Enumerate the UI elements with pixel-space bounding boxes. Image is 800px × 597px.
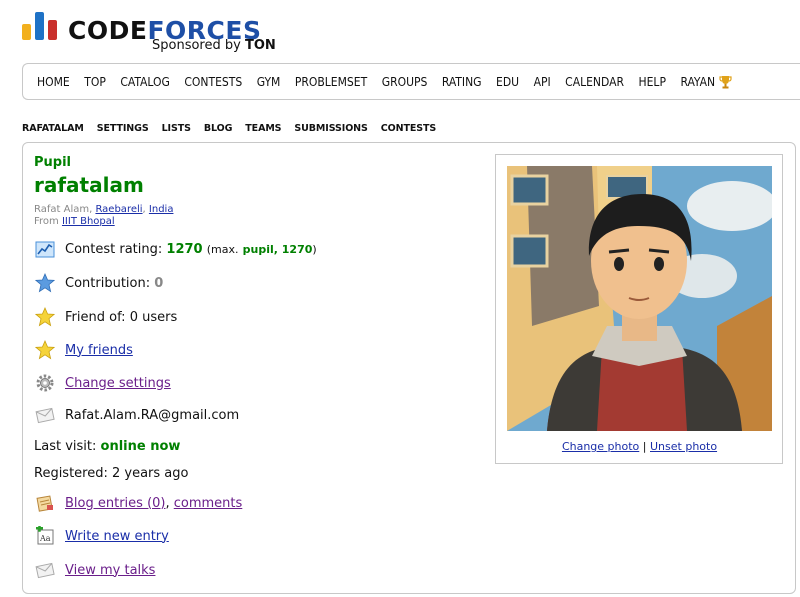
- my-friends-link[interactable]: My friends: [65, 343, 133, 358]
- trophy-icon: [719, 75, 732, 88]
- subnav-contests[interactable]: CONTESTS: [381, 123, 436, 134]
- from-label: From: [34, 216, 59, 227]
- email-row: Rafat.Alam.RA@gmail.com: [34, 404, 239, 426]
- talks-row: View my talks: [34, 559, 155, 581]
- user-fullname: Rafat Alam: [34, 204, 90, 215]
- subnav-blog[interactable]: BLOG: [204, 123, 233, 134]
- subnav-teams[interactable]: TEAMS: [245, 123, 281, 134]
- contribution-row: Contribution: 0: [34, 272, 163, 294]
- photo-links: Change photo | Unset photo: [507, 440, 772, 453]
- contribution-value: 0: [154, 275, 164, 291]
- subnav-lists[interactable]: LISTS: [162, 123, 191, 134]
- friend-of-row: Friend of: 0 users: [34, 306, 177, 328]
- user-handle: rafatalam: [34, 173, 144, 197]
- subnav-submissions[interactable]: SUBMISSIONS: [294, 123, 367, 134]
- logo-bars-icon: [22, 12, 57, 40]
- write-entry-row: Aa Write new entry: [34, 525, 169, 547]
- user-location: Rafat Alam, Raebareli, India: [34, 204, 174, 215]
- country-link[interactable]: India: [149, 204, 174, 215]
- envelope-icon: [34, 559, 56, 581]
- sponsor-text: Sponsored by TON: [152, 38, 276, 53]
- nav-rating[interactable]: RATING: [442, 75, 482, 89]
- photo-link-separator: |: [642, 440, 647, 453]
- comments-link[interactable]: comments: [174, 496, 243, 511]
- organization-link[interactable]: IIIT Bhopal: [62, 216, 115, 227]
- avatar: [507, 166, 772, 431]
- envelope-icon: [34, 404, 56, 426]
- nav-rayan-label: RAYAN: [680, 74, 716, 89]
- second-level-menu: RAFATALAM SETTINGS LISTS BLOG TEAMS SUBM…: [22, 123, 449, 134]
- nav-catalog[interactable]: CATALOG: [120, 75, 169, 89]
- nav-home[interactable]: HOME: [37, 75, 70, 89]
- change-settings-link[interactable]: Change settings: [65, 376, 171, 391]
- unset-photo-link[interactable]: Unset photo: [650, 440, 717, 453]
- friend-of-text: Friend of: 0 users: [65, 309, 178, 325]
- rating-value: 1270: [166, 241, 203, 257]
- nav-edu[interactable]: EDU: [496, 75, 519, 89]
- rating-label: Contest rating:: [65, 241, 163, 257]
- nav-top[interactable]: TOP: [84, 75, 106, 89]
- last-visit-row: Last visit: online now: [34, 439, 180, 454]
- user-rank: Pupil: [34, 155, 72, 170]
- subnav-rafatalam[interactable]: RAFATALAM: [22, 123, 84, 134]
- svg-text:Aa: Aa: [39, 534, 51, 543]
- registered-row: Registered: 2 years ago: [34, 466, 188, 481]
- write-new-entry-link[interactable]: Write new entry: [65, 529, 169, 544]
- nav-rayan[interactable]: RAYAN: [680, 75, 732, 89]
- my-friends-row: My friends: [34, 339, 133, 361]
- blue-star-icon: [34, 272, 56, 294]
- user-organization: From IIIT Bhopal: [34, 216, 115, 227]
- nav-gym[interactable]: GYM: [257, 75, 281, 89]
- nav-api[interactable]: API: [534, 75, 551, 89]
- contribution-label: Contribution:: [65, 275, 151, 291]
- yellow-star-icon: [34, 339, 56, 361]
- gear-icon: [34, 372, 56, 394]
- last-visit-label: Last visit:: [34, 439, 97, 454]
- nav-groups[interactable]: GROUPS: [382, 75, 428, 89]
- nav-contests[interactable]: CONTESTS: [184, 75, 242, 89]
- max-prefix: (max.: [206, 242, 239, 256]
- new-entry-icon: Aa: [34, 525, 56, 547]
- blog-row: Blog entries (0), comments: [34, 492, 242, 514]
- change-photo-link[interactable]: Change photo: [562, 440, 639, 453]
- max-suffix: ): [312, 242, 317, 256]
- subnav-settings[interactable]: SETTINGS: [97, 123, 149, 134]
- rating-graph-icon: [34, 238, 56, 260]
- nav-calendar[interactable]: CALENDAR: [565, 75, 624, 89]
- registered-text: Registered: 2 years ago: [34, 466, 189, 481]
- contest-rating-row: Contest rating: 1270 (max. pupil, 1270): [34, 238, 317, 260]
- yellow-star-icon: [34, 306, 56, 328]
- email-text: Rafat.Alam.RA@gmail.com: [65, 407, 240, 423]
- blog-entries-link[interactable]: Blog entries (0): [65, 496, 165, 511]
- last-visit-value: online now: [100, 439, 181, 454]
- nav-problemset[interactable]: PROBLEMSET: [295, 75, 367, 89]
- max-rating: pupil, 1270: [242, 242, 313, 256]
- nav-help[interactable]: HELP: [638, 75, 665, 89]
- blog-icon: [34, 492, 56, 514]
- change-settings-row: Change settings: [34, 372, 171, 394]
- city-link[interactable]: Raebareli: [95, 204, 142, 215]
- view-talks-link[interactable]: View my talks: [65, 563, 155, 578]
- main-menu: HOME TOP CATALOG CONTESTS GYM PROBLEMSET…: [22, 63, 800, 100]
